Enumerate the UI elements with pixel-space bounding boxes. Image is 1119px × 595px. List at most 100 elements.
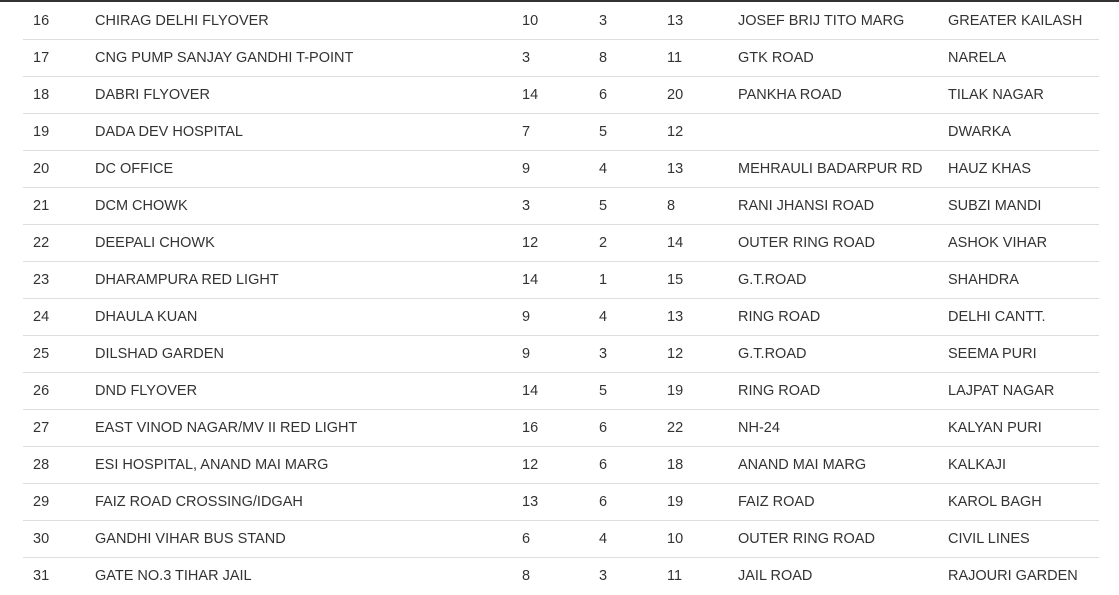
table-cell: 7 <box>522 113 599 151</box>
table-cell: RANI JHANSI ROAD <box>738 187 948 225</box>
table-cell: 2 <box>599 224 667 262</box>
table-cell: 19 <box>667 483 738 521</box>
table-cell: MEHRAULI BADARPUR RD <box>738 150 948 188</box>
table-cell: 3 <box>599 568 608 584</box>
table-cell: 11 <box>667 568 683 584</box>
table-cell: SHAHDRA <box>948 261 1099 299</box>
table-cell: ASHOK VIHAR <box>948 224 1099 262</box>
table-cell: 6 <box>599 446 667 484</box>
data-table: 16 CHIRAG DELHI FLYOVER 10 3 13 JOSEF BRIJ TI… <box>23 3 1099 594</box>
table-cell: KALYAN PURI <box>948 409 1099 447</box>
table-cell: 5 <box>599 187 667 225</box>
table-cell: 12 <box>667 335 738 373</box>
table-cell: 12 <box>522 446 599 484</box>
table-cell: 13 <box>522 483 599 521</box>
table-cell: 20 <box>667 76 738 114</box>
table-cell: 26 <box>23 372 95 410</box>
table-row: 24 DHAULA KUAN 9 4 13 RING ROAD DELHI CANTT. <box>23 298 1099 336</box>
table-cell: 6 <box>522 520 599 558</box>
table-cell: DADA DEV HOSPITAL <box>95 113 522 151</box>
table-cell: DC OFFICE <box>95 150 522 188</box>
table-cell: 19 <box>667 372 738 410</box>
table-cell: 4 <box>599 150 667 188</box>
table-cell: 8 <box>599 39 667 77</box>
table-cell: SUBZI MANDI <box>948 187 1099 225</box>
table-cell: 6 <box>599 409 667 447</box>
table-cell: GANDHI VIHAR BUS STAND <box>95 520 522 558</box>
table-cell: 18 <box>23 76 95 114</box>
table-cell: KAROL BAGH <box>948 483 1099 521</box>
table-cell: GTK ROAD <box>738 39 948 77</box>
table-cell: 22 <box>667 409 738 447</box>
table-cell: FAIZ ROAD CROSSING/IDGAH <box>95 483 522 521</box>
table-row: 31 GATE NO.3 TIHAR JAIL 8 3 11 JAIL ROAD RAJOU… <box>23 558 1099 595</box>
table-cell: 13 <box>667 150 738 188</box>
table-cell: OUTER RING ROAD <box>738 224 948 262</box>
table-cell: NH-24 <box>738 409 948 447</box>
table-cell: 25 <box>23 335 95 373</box>
table-cell: 14 <box>522 76 599 114</box>
table-row: 23 DHARAMPURA RED LIGHT 14 1 15 G.T.ROAD SHAHD… <box>23 261 1099 299</box>
table-cell: CHIRAG DELHI FLYOVER <box>95 3 522 40</box>
table-cell <box>738 113 948 151</box>
table-cell: PANKHA ROAD <box>738 76 948 114</box>
table-cell: RAJOURI GARDEN <box>948 568 1078 584</box>
data-table-container: 16 CHIRAG DELHI FLYOVER 10 3 13 JOSEF BRIJ TI… <box>23 3 1099 594</box>
table-cell: DEEPALI CHOWK <box>95 224 522 262</box>
table-row: 20 DC OFFICE 9 4 13 MEHRAULI BADARPUR RD HAUZ … <box>23 150 1099 188</box>
table-cell: 14 <box>667 224 738 262</box>
table-cell: NARELA <box>948 39 1099 77</box>
table-cell: DABRI FLYOVER <box>95 76 522 114</box>
table-cell: 12 <box>667 113 738 151</box>
table-cell: 10 <box>522 3 599 40</box>
table-cell: G.T.ROAD <box>738 335 948 373</box>
table-cell: 18 <box>667 446 738 484</box>
table-cell: 9 <box>522 150 599 188</box>
table-cell: CNG PUMP SANJAY GANDHI T-POINT <box>95 39 522 77</box>
table-cell: DWARKA <box>948 113 1099 151</box>
table-cell: 10 <box>667 520 738 558</box>
table-row: 18 DABRI FLYOVER 14 6 20 PANKHA ROAD TILAK NAG… <box>23 76 1099 114</box>
table-cell: DHARAMPURA RED LIGHT <box>95 261 522 299</box>
table-cell: KALKAJI <box>948 446 1099 484</box>
table-cell: 17 <box>23 39 95 77</box>
table-cell: RING ROAD <box>738 372 948 410</box>
table-body: 16 CHIRAG DELHI FLYOVER 10 3 13 JOSEF BRIJ TI… <box>23 3 1099 594</box>
table-cell: OUTER RING ROAD <box>738 520 948 558</box>
table-cell: 28 <box>23 446 95 484</box>
table-cell: GREATER KAILASH <box>948 3 1099 40</box>
table-cell: 31 <box>33 568 50 584</box>
table-row: 19 DADA DEV HOSPITAL 7 5 12 DWARKA <box>23 113 1099 151</box>
table-cell: 22 <box>23 224 95 262</box>
table-cell: EAST VINOD NAGAR/MV II RED LIGHT <box>95 409 522 447</box>
table-cell: 29 <box>23 483 95 521</box>
table-cell: DCM CHOWK <box>95 187 522 225</box>
table-cell: DND FLYOVER <box>95 372 522 410</box>
table-cell: 21 <box>23 187 95 225</box>
table-cell: 15 <box>667 261 738 299</box>
table-cell: RING ROAD <box>738 298 948 336</box>
table-cell: ANAND MAI MARG <box>738 446 948 484</box>
table-cell: 14 <box>522 372 599 410</box>
table-cell: 6 <box>599 76 667 114</box>
table-cell: JAIL ROAD <box>738 568 813 584</box>
table-cell: 4 <box>599 298 667 336</box>
table-cell: ESI HOSPITAL, ANAND MAI MARG <box>95 446 522 484</box>
table-row: 17 CNG PUMP SANJAY GANDHI T-POINT 3 8 11 GTK … <box>23 39 1099 77</box>
table-row: 27 EAST VINOD NAGAR/MV II RED LIGHT 16 6 22 N… <box>23 409 1099 447</box>
table-cell: 14 <box>522 261 599 299</box>
table-cell: 5 <box>599 372 667 410</box>
table-cell: TILAK NAGAR <box>948 76 1099 114</box>
table-cell: FAIZ ROAD <box>738 483 948 521</box>
table-cell: 12 <box>522 224 599 262</box>
table-cell: G.T.ROAD <box>738 261 948 299</box>
table-cell: 1 <box>599 261 667 299</box>
table-cell: 30 <box>23 520 95 558</box>
table-row: 29 FAIZ ROAD CROSSING/IDGAH 13 6 19 FAIZ ROAD… <box>23 483 1099 521</box>
table-row: 21 DCM CHOWK 3 5 8 RANI JHANSI ROAD SUBZI MAND… <box>23 187 1099 225</box>
table-cell: HAUZ KHAS <box>948 150 1099 188</box>
table-cell: 27 <box>23 409 95 447</box>
table-cell: 13 <box>667 3 738 40</box>
table-cell: SEEMA PURI <box>948 335 1099 373</box>
table-cell: 6 <box>599 483 667 521</box>
